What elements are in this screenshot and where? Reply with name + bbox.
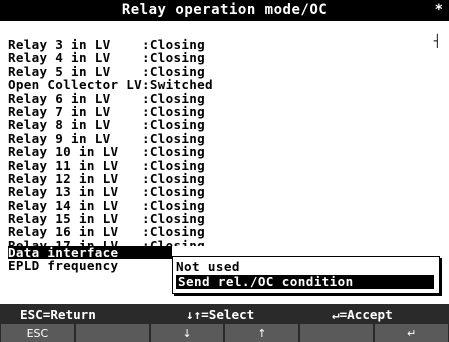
- enter-softkey-button[interactable]: ↵: [375, 324, 448, 342]
- list-item-relay-12[interactable]: Relay 12 in LV :Closing: [8, 172, 433, 186]
- list-item-relay-14[interactable]: Relay 14 in LV :Closing: [8, 198, 433, 212]
- page-title: Relay operation mode/OC: [121, 2, 328, 18]
- hint-accept: ↵=Accept: [332, 307, 393, 322]
- blank-softkey-button-1[interactable]: [75, 324, 149, 342]
- down-arrow-softkey-button[interactable]: ↓: [150, 324, 224, 342]
- hint-escape: ESC=Return: [20, 307, 96, 322]
- list-item-relay-15[interactable]: Relay 15 in LV :Closing: [8, 212, 433, 226]
- list-item-relay-5[interactable]: Relay 5 in LV :Closing: [8, 64, 433, 78]
- footer-bar: ESC=Return ↓↑=Select ↵=Accept ESC ↓ ↑ ↵: [0, 304, 449, 342]
- scroll-indicator-icon: ┤: [433, 34, 441, 48]
- list-item-relay-4[interactable]: Relay 4 in LV :Closing: [8, 51, 433, 65]
- list-item-relay-8[interactable]: Relay 8 in LV :Closing: [8, 118, 433, 132]
- list-item-relay-9[interactable]: Relay 9 in LV :Closing: [8, 131, 433, 145]
- list-item-relay-6[interactable]: Relay 6 in LV :Closing: [8, 91, 433, 105]
- modified-indicator: *: [434, 2, 443, 18]
- up-arrow-softkey-button[interactable]: ↑: [225, 324, 299, 342]
- list-item-relay-3[interactable]: Relay 3 in LV :Closing: [8, 38, 433, 52]
- list-item-relay-11[interactable]: Relay 11 in LV :Closing: [8, 158, 433, 172]
- blank-softkey-button-2[interactable]: [300, 324, 374, 342]
- hint-select: ↓↑=Select: [186, 307, 255, 322]
- list-item-relay-7[interactable]: Relay 7 in LV :Closing: [8, 105, 433, 119]
- list-item-relay-16[interactable]: Relay 16 in LV :Closing: [8, 225, 433, 239]
- selection-popup: Not used Send rel./OC condition: [172, 256, 440, 294]
- list-item-relay-13[interactable]: Relay 13 in LV :Closing: [8, 185, 433, 199]
- option-send-rel-oc-condition[interactable]: Send rel./OC condition: [176, 275, 434, 289]
- esc-softkey-button[interactable]: ESC: [1, 324, 74, 342]
- option-not-used[interactable]: Not used: [176, 260, 240, 274]
- title-bar: Relay operation mode/OC *: [0, 0, 449, 21]
- list-item-data-interface[interactable]: Data interface: [8, 245, 172, 259]
- list-item-open-collector[interactable]: Open Collector LV:Switched: [8, 78, 433, 92]
- list-item-relay-10[interactable]: Relay 10 in LV :Closing: [8, 145, 433, 159]
- softkey-row: ESC ↓ ↑ ↵: [0, 324, 449, 342]
- settings-list: Relay 3 in LV :Closing Relay 4 in LV :Cl…: [8, 38, 433, 273]
